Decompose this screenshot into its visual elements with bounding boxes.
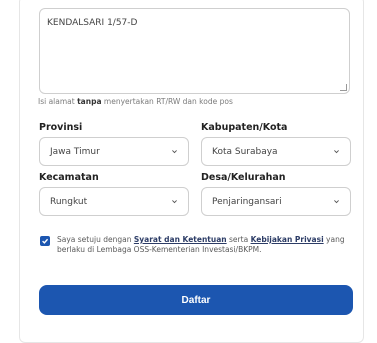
hint-bold: tanpa [77,97,102,106]
kecamatan-label: Kecamatan [39,172,99,183]
chevron-down-icon [334,200,339,204]
agreement-text-2: serta [226,235,251,244]
desa-select[interactable]: Penjaringansari [201,187,351,216]
agreement-text-1: Saya setuju dengan [57,235,134,244]
kabupaten-label: Kabupaten/Kota [201,122,288,133]
desa-label: Desa/Kelurahan [201,172,286,183]
terms-link[interactable]: Syarat dan Ketentuan [134,235,227,244]
chevron-down-icon [172,200,177,204]
kabupaten-value: Kota Surabaya [212,146,278,157]
address-value: KENDALSARI 1/57-D [47,18,138,28]
provinsi-value: Jawa Timur [50,146,100,157]
submit-button[interactable]: Daftar [39,285,353,315]
provinsi-select[interactable]: Jawa Timur [39,137,189,166]
provinsi-label: Provinsi [39,122,83,133]
agreement-checkbox[interactable] [40,236,50,246]
chevron-down-icon [334,150,339,154]
agreement-text: Saya setuju dengan Syarat dan Ketentuan … [57,235,356,255]
desa-value: Penjaringansari [212,196,282,207]
address-hint: Isi alamat tanpa menyertakan RT/RW dan k… [38,97,233,106]
kecamatan-value: Rungkut [50,196,88,207]
chevron-down-icon [172,150,177,154]
hint-prefix: Isi alamat [38,97,78,106]
checkmark-icon [42,238,49,244]
hint-suffix: menyertakan RT/RW dan kode pos [101,97,233,106]
privacy-link[interactable]: Kebijakan Privasi [251,235,324,244]
kecamatan-select[interactable]: Rungkut [39,187,189,216]
address-textarea[interactable]: KENDALSARI 1/57-D [39,8,350,94]
kabupaten-select[interactable]: Kota Surabaya [201,137,351,166]
agreement-row: Saya setuju dengan Syarat dan Ketentuan … [40,235,356,255]
resize-handle-icon[interactable] [340,84,347,91]
